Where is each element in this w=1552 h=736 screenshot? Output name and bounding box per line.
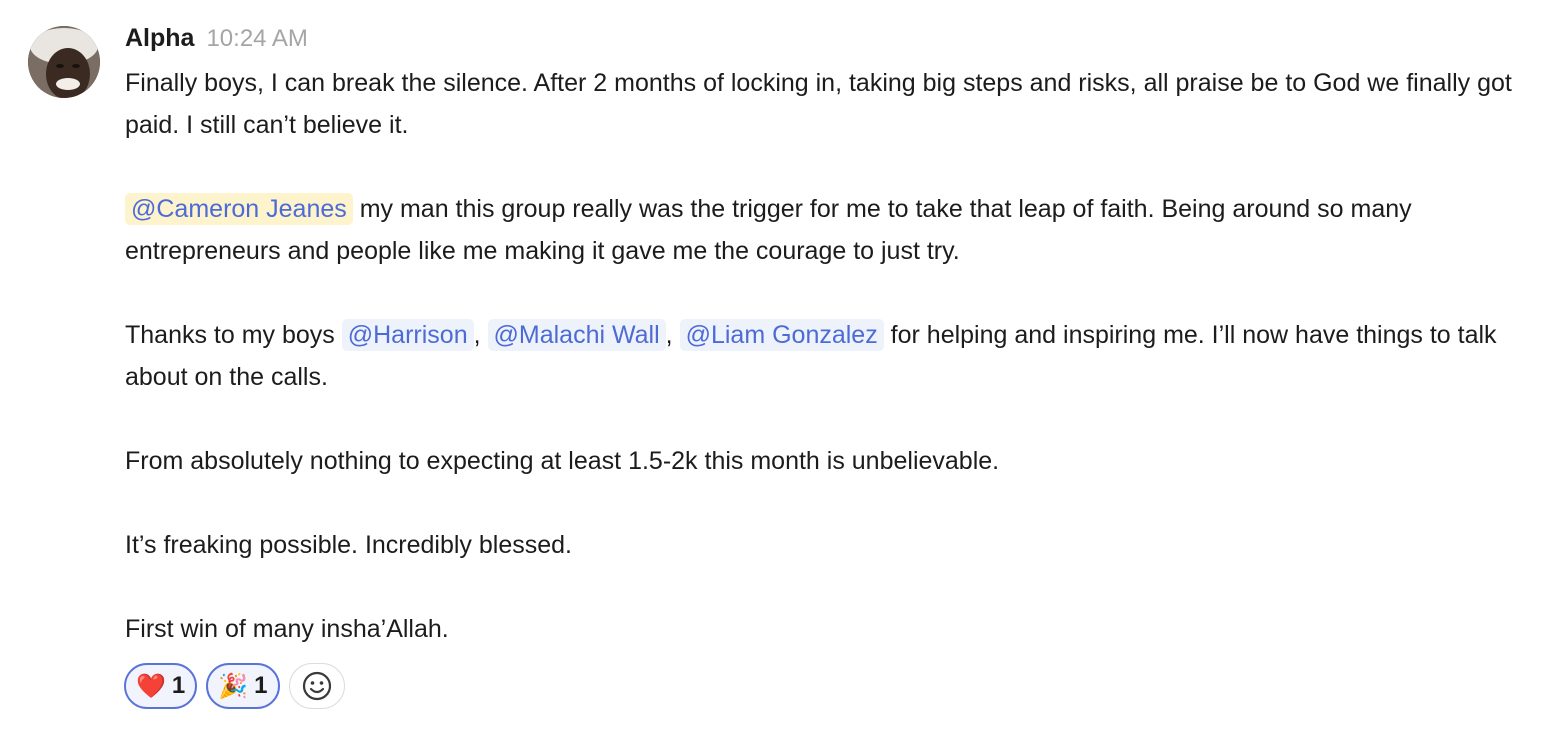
message-paragraph: From absolutely nothing to expecting at …	[125, 447, 1000, 475]
message-timestamp[interactable]: 10:24 AM	[206, 25, 307, 53]
mention-malachi-wall[interactable]: @Malachi Wall	[487, 319, 666, 351]
mention-liam-gonzalez[interactable]: @Liam Gonzalez	[679, 319, 884, 351]
mention-harrison[interactable]: @Harrison	[341, 319, 474, 351]
message-header: Alpha 10:24 AM	[125, 24, 308, 56]
message-paragraph: Thanks to my boys @Harrison, @Malachi Wa…	[125, 314, 1525, 398]
reaction-count: 1	[254, 672, 268, 699]
party-popper-icon: 🎉	[218, 672, 249, 700]
author-name[interactable]: Alpha	[125, 24, 194, 53]
smiley-icon	[302, 671, 331, 701]
avatar-photo	[28, 26, 100, 98]
message-paragraph: Finally boys, I can break the silence. A…	[125, 69, 1512, 139]
message-paragraph: First win of many insha’Allah.	[125, 615, 449, 643]
reaction-heart-button[interactable]: ❤️ 1	[124, 663, 198, 709]
message-text: ,	[665, 321, 680, 349]
add-reaction-button[interactable]	[288, 663, 345, 709]
message-text: ,	[473, 321, 488, 349]
avatar[interactable]	[28, 26, 100, 98]
message-paragraph: @Cameron Jeanes my man this group really…	[125, 188, 1525, 272]
message-body: Finally boys, I can break the silence. A…	[125, 62, 1525, 650]
mention-cameron-jeanes[interactable]: @Cameron Jeanes	[125, 193, 353, 225]
reaction-count: 1	[171, 672, 186, 699]
heart-icon: ❤️	[136, 672, 166, 700]
reactions-bar: ❤️ 1 🎉 1	[124, 663, 345, 709]
message-paragraph: It’s freaking possible. Incredibly bless…	[125, 531, 572, 559]
message-text: Thanks to my boys	[125, 321, 342, 349]
reaction-party-button[interactable]: 🎉 1	[206, 663, 280, 709]
